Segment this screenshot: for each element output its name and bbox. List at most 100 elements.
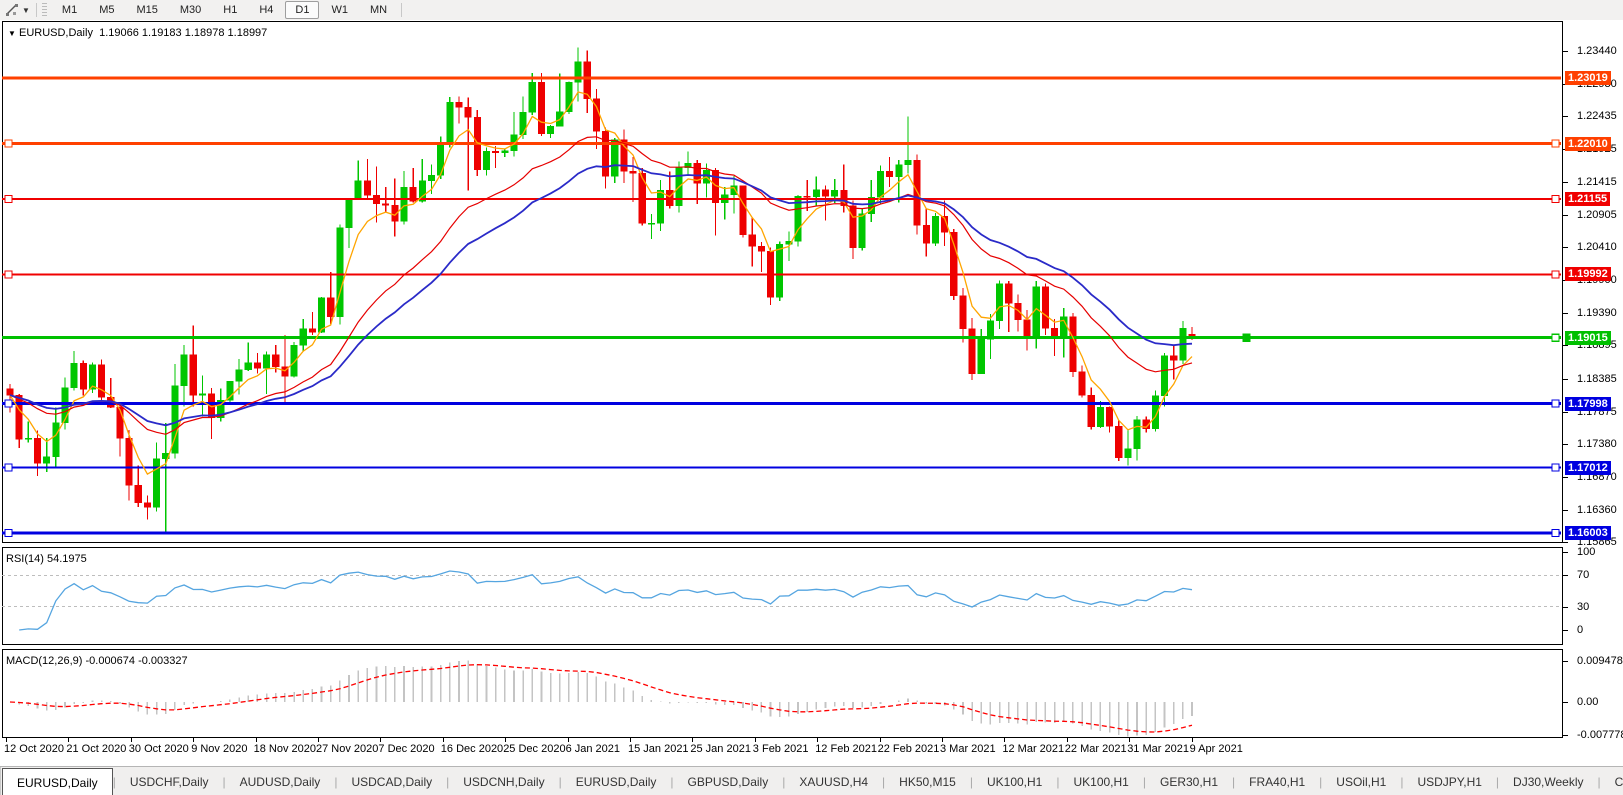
candle-body (190, 355, 197, 395)
chart-tab-dj30-weekly[interactable]: DJ30,Weekly (1499, 767, 1597, 795)
rsi-line (19, 571, 1192, 630)
timeframe-button-mn[interactable]: MN (360, 1, 397, 19)
macd-current-value: -0.000674 (85, 655, 135, 667)
candle-body (1088, 395, 1095, 427)
chart-tab-hk50-m15[interactable]: HK50,M15 (885, 767, 970, 795)
date-axis[interactable]: 12 Oct 202021 Oct 202030 Oct 20209 Nov 2… (0, 738, 1623, 764)
toolbar-dropdown-caret-icon[interactable]: ▼ (22, 6, 30, 15)
line-handle[interactable] (1552, 464, 1559, 471)
timeframe-button-m1[interactable]: M1 (52, 1, 87, 19)
date-tick (755, 738, 756, 742)
candle-body (327, 298, 334, 317)
date-tick (193, 738, 194, 742)
candle-body (153, 459, 160, 508)
chart-tab-xauusd-h4[interactable]: XAUUSD,H4 (785, 767, 882, 795)
chart-tab-fra40-h1[interactable]: FRA40,H1 (1235, 767, 1319, 795)
price-tick-label: 1.20905 (1577, 209, 1617, 221)
chart-tab-usdcad-daily[interactable]: USDCAD,Daily (337, 767, 446, 795)
line-price-badge: 1.16003 (1565, 526, 1611, 540)
chart-tab-eurusd-daily[interactable]: EURUSD,Daily (562, 767, 671, 795)
timeframe-button-w1[interactable]: W1 (321, 1, 358, 19)
header-collapse-icon[interactable]: ▼ (8, 29, 16, 38)
candle-body (34, 438, 41, 463)
chart-tab-eurusd-daily[interactable]: EURUSD,Daily (2, 768, 113, 795)
candle-body (611, 140, 618, 176)
line-handle[interactable] (5, 400, 12, 407)
timeframe-button-h1[interactable]: H1 (213, 1, 247, 19)
toolbar-grip[interactable] (42, 3, 47, 17)
line-handle[interactable] (1552, 271, 1559, 278)
price-tick (1563, 51, 1568, 52)
date-label: 7 Dec 2020 (378, 743, 434, 755)
candle-body (1125, 449, 1132, 458)
candle-body (355, 181, 362, 200)
line-price-badge: 1.21155 (1565, 192, 1610, 206)
date-label: 12 Feb 2021 (815, 743, 877, 755)
candle-body (1051, 328, 1058, 336)
macd-tick-label: 0.009478 (1577, 655, 1623, 667)
price-tick (1563, 313, 1568, 314)
candle-body (749, 235, 756, 246)
candle-body (53, 423, 60, 457)
chart-tab-usdchf-daily[interactable]: USDCHF,Daily (116, 767, 223, 795)
line-handle[interactable] (5, 140, 12, 147)
chart-tab-uk100-h1[interactable]: UK100,H1 (973, 767, 1056, 795)
timeframe-button-m15[interactable]: M15 (126, 1, 167, 19)
price-axis[interactable]: 1.234401.229301.224351.219251.214151.209… (1563, 20, 1623, 764)
date-label: 3 Feb 2021 (753, 743, 809, 755)
candle-body (181, 355, 188, 386)
candle-body (428, 175, 435, 180)
line-studies-cursor-icon[interactable] (3, 2, 21, 18)
chart-tab-audusd-daily[interactable]: AUDUSD,Daily (226, 767, 335, 795)
line-handle[interactable] (1243, 334, 1250, 341)
line-handle[interactable] (1552, 140, 1559, 147)
candle-body (25, 438, 32, 439)
macd-tick (1563, 661, 1568, 662)
price-tick-label: 1.20410 (1577, 241, 1617, 253)
symbol-name: EURUSD,Daily (19, 27, 93, 39)
date-tick (817, 738, 818, 742)
chart-tab-usoil-h1[interactable]: USOil,H1 (1322, 767, 1400, 795)
rsi-current-value: 54.1975 (47, 553, 87, 565)
chart-tab-gbpusd-daily[interactable]: GBPUSD,Daily (674, 767, 783, 795)
chart-tab-ger30-h1[interactable]: GER30,H1 (1146, 767, 1232, 795)
chart-tab-bar: EURUSD,Daily|USDCHF,Daily|AUDUSD,Daily|U… (0, 766, 1623, 795)
candle-body (126, 438, 133, 485)
candle-body (969, 329, 976, 374)
candle-body (401, 187, 408, 221)
rsi-chart[interactable] (2, 548, 1561, 644)
line-handle[interactable] (5, 271, 12, 278)
candle-body (117, 407, 124, 438)
macd-chart[interactable] (2, 650, 1561, 737)
candle-body (978, 339, 985, 373)
line-handle[interactable] (5, 464, 12, 471)
timeframe-button-m30[interactable]: M30 (170, 1, 211, 19)
candle-body (291, 345, 298, 376)
line-handle[interactable] (1552, 400, 1559, 407)
candlestick-chart[interactable] (2, 22, 1561, 542)
line-handle[interactable] (1552, 334, 1559, 341)
chart-symbol-header[interactable]: ▼ EURUSD,Daily 1.19066 1.19183 1.18978 1… (8, 27, 267, 39)
date-tick (131, 738, 132, 742)
line-handle[interactable] (1552, 529, 1559, 536)
chart-tab-usdcnh-daily[interactable]: USDCNH,Daily (449, 767, 558, 795)
timeframe-button-d1[interactable]: D1 (285, 1, 319, 19)
line-handle[interactable] (5, 529, 12, 536)
chart-tab-uk100-h1[interactable]: UK100,H1 (1059, 767, 1142, 795)
timeframe-button-h4[interactable]: H4 (249, 1, 283, 19)
line-price-badge: 1.23019 (1565, 71, 1611, 85)
date-tick (256, 738, 257, 742)
line-handle[interactable] (5, 196, 12, 203)
slow-ma-line[interactable] (10, 165, 1192, 425)
chart-tab-usdjpy-h1[interactable]: USDJPY,H1 (1403, 767, 1495, 795)
timeframe-button-m5[interactable]: M5 (89, 1, 124, 19)
macd-signal-value: -0.003327 (138, 655, 188, 667)
fast-ma-line[interactable] (10, 92, 1192, 474)
date-label: 25 Dec 2020 (503, 743, 565, 755)
macd-name: MACD(12,26,9) (6, 655, 82, 667)
candle-body (135, 485, 142, 502)
line-handle[interactable] (1552, 196, 1559, 203)
chart-tab-china300-h1[interactable]: CHINA300,H1 (1601, 767, 1623, 795)
mid-ma-line[interactable] (10, 137, 1192, 435)
rsi-tick-label: 30 (1577, 601, 1589, 613)
